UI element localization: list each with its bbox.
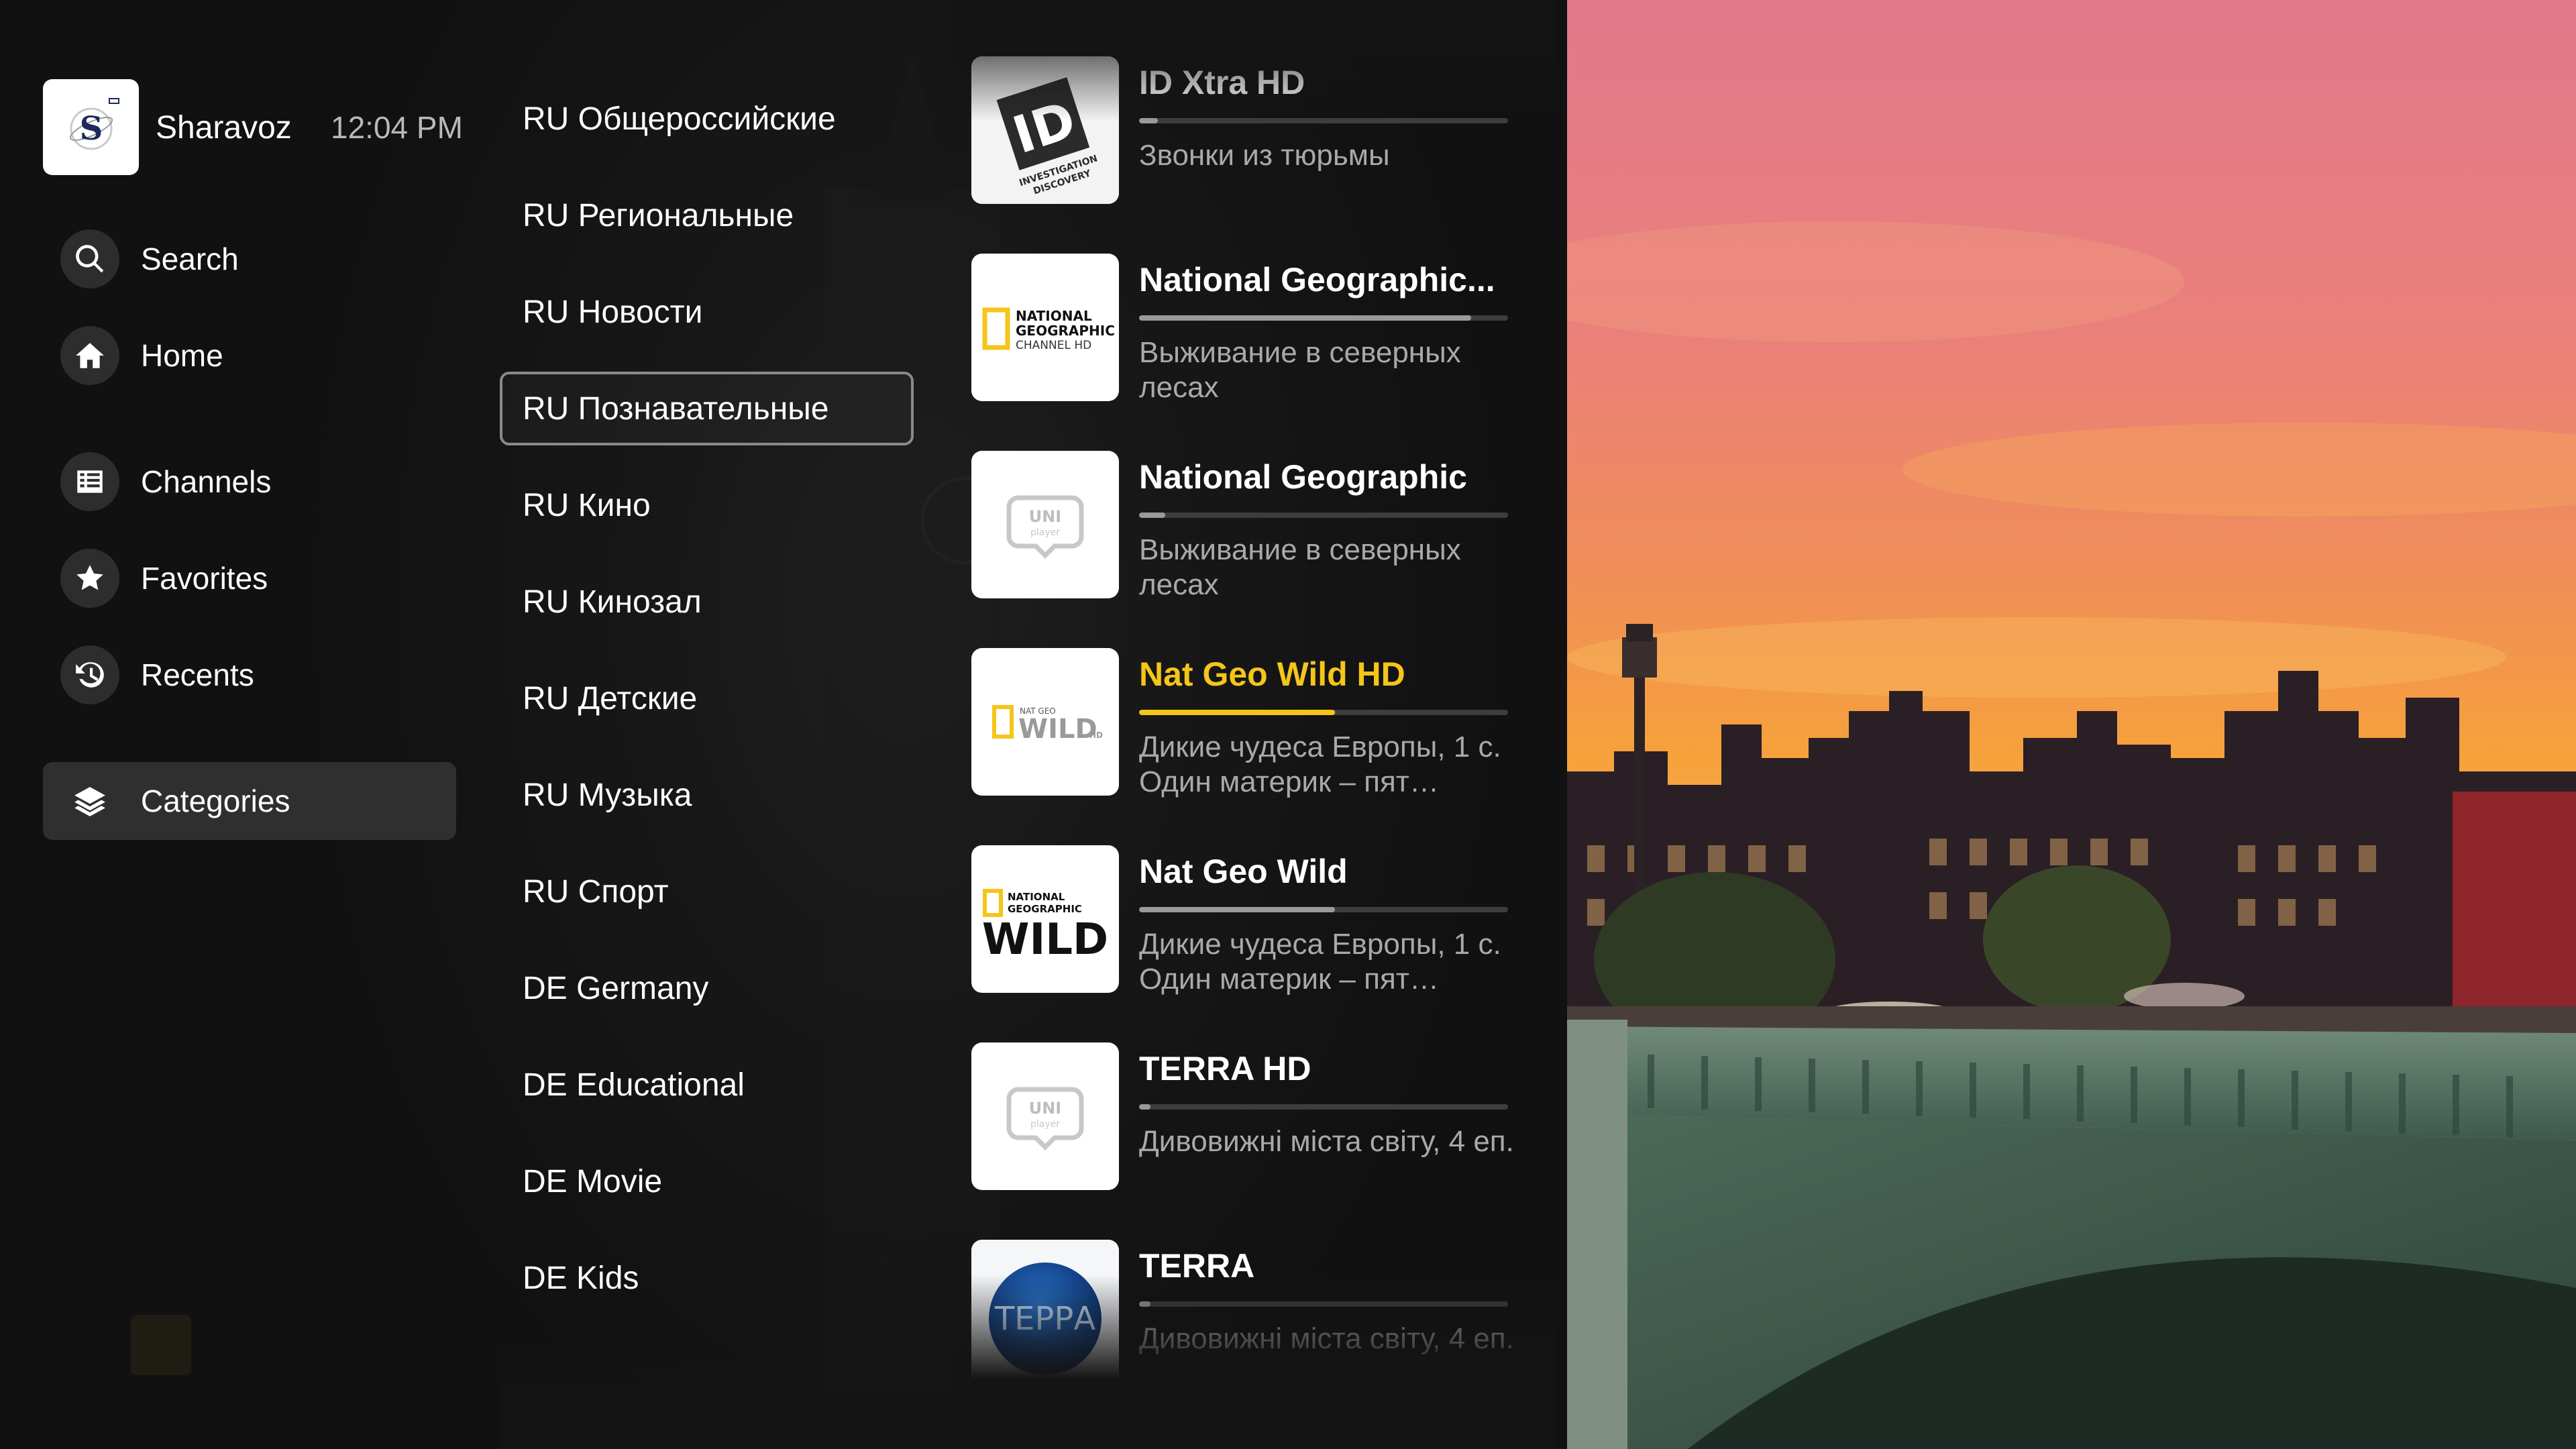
nav-channels[interactable]: Channels [43,443,456,521]
svg-text:GEOGRAPHIC: GEOGRAPHIC [1008,903,1082,915]
svg-text:player: player [1030,527,1060,538]
search-icon [60,229,119,288]
channel-name: Nat Geo Wild [1139,853,1348,890]
current-program: Дивовижні міста світу, 4 еп. [1139,1125,1514,1158]
svg-text:ТЕРРА: ТЕРРА [994,1300,1096,1338]
svg-text:NATIONAL: NATIONAL [1016,308,1092,324]
nav-label: Categories [141,784,290,818]
nav-label: Channels [141,464,272,499]
svg-text:CHANNEL HD: CHANNEL HD [1016,339,1091,352]
program-progress [1139,118,1508,123]
nav-categories[interactable]: Categories [43,762,456,840]
channel-name: TERRA [1139,1247,1255,1285]
category-item-selected[interactable]: RU Познавательные [500,372,914,445]
nav-home[interactable]: Home [43,317,456,394]
channel-row[interactable]: NATIONAL GEOGRAPHIC WILD Nat Geo Wild Ди… [971,845,1508,996]
svg-text:WILD: WILD [1018,714,1097,745]
background-channel-badge [131,1315,191,1375]
layers-icon [60,771,119,830]
nav-label: Search [141,241,239,276]
natgeo-wild-logo: NATIONAL GEOGRAPHIC WILD [971,845,1119,993]
channel-name: National Geographic [1139,458,1467,496]
id-logo: ID INVESTIGATION DISCOVERY [971,56,1119,204]
program-progress [1139,315,1508,321]
category-item[interactable]: RU Спорт [500,855,914,928]
channels-icon [60,452,119,511]
history-icon [60,645,119,704]
star-icon [60,549,119,608]
program-progress [1139,1301,1508,1307]
channel-row[interactable]: UNI player TERRA HD Дивовижні міста світ… [971,1042,1514,1190]
svg-text:NATIONAL: NATIONAL [1008,891,1065,903]
nav-label: Recents [141,657,254,692]
program-progress [1139,1104,1508,1110]
current-program: Звонки из тюрьмы [1139,139,1390,172]
nav-recents[interactable]: Recents [43,636,456,714]
app-name: Sharavoz [156,110,292,146]
category-item[interactable]: DE Kids [500,1241,914,1315]
nav-label: Favorites [141,561,268,596]
channel-row[interactable]: ID INVESTIGATION DISCOVERY ID Xtra HD Зв… [971,56,1508,204]
category-item[interactable]: RU Кинозал [500,565,914,639]
svg-text:S: S [79,110,103,148]
terra-logo: ТЕРРА [971,1240,1119,1387]
current-program: Дивовижні міста світу, 4 еп. [1139,1322,1514,1355]
uniplayer-logo: UNI player [971,451,1119,598]
svg-text:HD: HD [1089,731,1103,740]
preview-scene [1567,0,2576,1449]
program-progress [1139,710,1508,715]
channel-row-focused[interactable]: NAT GEO WILD HD Nat Geo Wild HD Дикие чу… [971,648,1508,798]
svg-text:player: player [1030,1119,1060,1130]
category-item[interactable]: DE Movie [500,1144,914,1218]
svg-text:GEOGRAPHIC: GEOGRAPHIC [1016,323,1115,339]
uniplayer-logo: UNI player [971,1042,1119,1190]
category-item[interactable]: DE Germany [500,951,914,1025]
category-item[interactable]: DE Educational [500,1048,914,1122]
sharavoz-logo-icon: S [69,97,119,150]
natgeo-channel-logo: NATIONAL GEOGRAPHIC CHANNEL HD [971,254,1119,401]
channel-row[interactable]: UNI player National Geographic Выживание… [971,451,1508,601]
current-program: Выживание в северных лесах [1139,336,1461,404]
category-item[interactable]: RU Новости [500,275,914,349]
channel-name: TERRA HD [1139,1050,1311,1087]
svg-text:UNI: UNI [1029,507,1062,526]
channel-name: National Geographic... [1139,261,1495,299]
clock: 12:04 PM [331,110,463,145]
current-program: Дикие чудеса Европы, 1 с. Один материк –… [1139,731,1501,798]
channel-name: Nat Geo Wild HD [1139,655,1405,693]
category-item[interactable]: RU Детские [500,661,914,735]
nav-search[interactable]: Search [43,220,456,298]
app-logo: S [43,79,139,175]
svg-text:UNI: UNI [1029,1099,1062,1118]
program-progress [1139,513,1508,518]
program-progress [1139,907,1508,912]
category-item[interactable]: RU Музыка [500,758,914,832]
channel-row[interactable]: ТЕРРА TERRA Дивовижні міста світу, 4 еп. [971,1240,1514,1387]
category-item[interactable]: RU Кино [500,468,914,542]
current-program: Дикие чудеса Европы, 1 с. Один материк –… [1139,928,1501,996]
channel-row[interactable]: NATIONAL GEOGRAPHIC CHANNEL HD National … [971,254,1508,404]
home-icon [60,326,119,385]
category-item[interactable]: RU Общероссийские [500,82,914,156]
nav-label: Home [141,338,223,373]
svg-text:WILD: WILD [982,915,1108,965]
channel-name: ID Xtra HD [1139,64,1305,101]
category-item[interactable]: RU Региональные [500,178,914,252]
video-preview[interactable] [1567,0,2576,1449]
category-list-fade [500,1342,969,1449]
nav-favorites[interactable]: Favorites [43,539,456,617]
current-program: Выживание в северных лесах [1139,533,1461,601]
natgeo-wild-hd-logo: NAT GEO WILD HD [971,648,1119,796]
